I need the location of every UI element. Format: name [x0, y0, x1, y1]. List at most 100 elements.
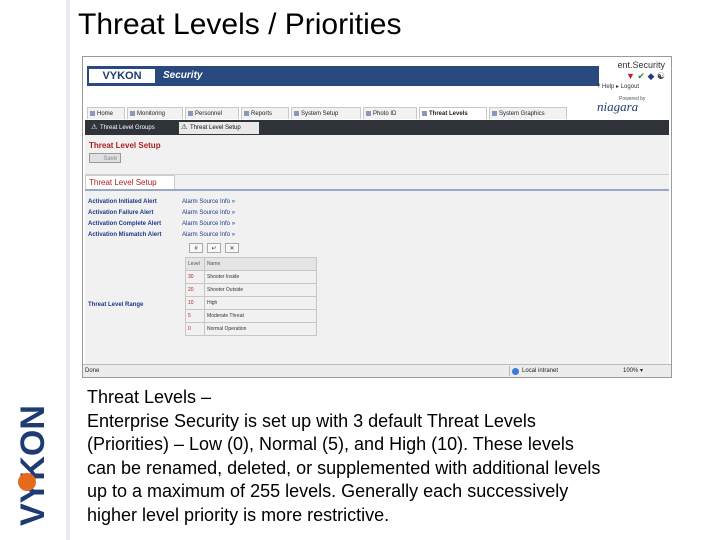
name-cell: Shooter Inside: [204, 270, 317, 284]
product-name: ent.Security: [617, 60, 665, 70]
warning-icon: [422, 111, 427, 116]
save-label: Save: [103, 156, 117, 162]
slide-title: Threat Levels / Priorities: [78, 8, 402, 41]
user-icon[interactable]: ☯: [657, 71, 665, 81]
nav-tab-label: Monitoring: [137, 111, 166, 117]
gear-icon: [294, 111, 299, 116]
level-cell: 5: [185, 309, 205, 323]
alert-row-initiated: Activation Initiated Alert Alarm Source I…: [88, 197, 235, 207]
nav-tab-label: Threat Levels: [429, 111, 468, 117]
body-line: Enterprise Security is set up with 3 def…: [87, 410, 536, 431]
alert-row-mismatch: Activation Mismatch Alert Alarm Source In…: [88, 230, 235, 240]
sub-tab-label: Threat Level Groups: [100, 125, 155, 131]
body-line: can be renamed, deleted, or supplemented…: [87, 457, 601, 478]
security-zone: Local intranet: [509, 366, 558, 376]
edit-row-button[interactable]: ↵: [207, 243, 221, 253]
nav-tab-label: Reports: [251, 111, 273, 117]
column-header-level[interactable]: Level: [185, 257, 205, 271]
nav-tab-photo-id[interactable]: Photo ID: [363, 107, 417, 119]
alarm-icon[interactable]: ▼: [626, 71, 635, 81]
nav-tab-label: Photo ID: [373, 111, 397, 117]
save-button[interactable]: Save: [89, 153, 121, 163]
alarm-source-link[interactable]: Alarm Source Info »: [182, 210, 235, 216]
level-cell: 30: [185, 270, 205, 284]
table-row[interactable]: 30 Shooter Inside: [185, 270, 317, 284]
home-icon: [90, 111, 95, 116]
alarm-source-link[interactable]: Alarm Source Info »: [182, 221, 235, 227]
alert-label: Activation Mismatch Alert: [88, 232, 162, 238]
range-label: Threat Level Range: [88, 302, 144, 308]
logout-icon: ▸: [616, 84, 620, 90]
sub-tab-threat-level-setup[interactable]: ⚠ Threat Level Setup: [179, 122, 259, 134]
warning-icon: ⚠: [181, 124, 188, 131]
person-icon: [188, 111, 193, 116]
logo-orb: [18, 473, 36, 491]
zoom-control[interactable]: 100% ▾: [623, 366, 643, 376]
graphics-icon: [492, 111, 497, 116]
photo-icon: [366, 111, 371, 116]
brand-title: Security: [163, 70, 203, 81]
vykon-side-logo: VYKON: [14, 405, 52, 526]
body-line: (Priorities) – Low (0), Normal (5), and …: [87, 434, 574, 454]
report-icon: [244, 111, 249, 116]
table-row[interactable]: 10 High: [185, 296, 317, 310]
monitor-icon: [130, 111, 135, 116]
table-row[interactable]: 20 Shooter Outside: [185, 283, 317, 297]
table-row[interactable]: 0 Normal Operation: [185, 322, 317, 336]
nav-tab-personnel[interactable]: Personnel: [185, 107, 239, 119]
threat-level-table: Level Name 30 Shooter Inside 20 Shooter Ou…: [185, 257, 317, 336]
nav-tab-system-setup[interactable]: System Setup: [291, 107, 361, 119]
alarm-source-link[interactable]: Alarm Source Info »: [182, 232, 235, 238]
nav-tab-monitoring[interactable]: Monitoring: [127, 107, 183, 119]
help-row: ? Help ▸ Logout: [597, 83, 639, 90]
alarm-source-link[interactable]: Alarm Source Info »: [182, 199, 235, 205]
level-cell: 20: [185, 283, 205, 297]
nav-tab-label: System Setup: [301, 111, 339, 117]
add-row-button[interactable]: #: [189, 243, 203, 253]
zoom-value: 100%: [623, 368, 639, 374]
nav-tab-reports[interactable]: Reports: [241, 107, 289, 119]
level-cell: 10: [185, 296, 205, 310]
delete-row-button[interactable]: ✕: [225, 243, 239, 253]
logout-link[interactable]: Logout: [621, 84, 639, 90]
slide-body: Threat Levels – Enterprise Security is s…: [87, 386, 707, 527]
setup-content: Threat Level Setup Save Threat Level Set…: [85, 135, 669, 364]
name-cell: Moderate Threat: [204, 309, 317, 323]
sub-nav: ⚠ Threat Level Groups ⚠ Threat Level Setup: [85, 120, 669, 135]
niagara-logo: Powered by niagara: [597, 96, 667, 121]
nav-tab-label: Personnel: [195, 111, 223, 117]
alert-label: Activation Failure Alert: [88, 210, 154, 216]
app-header: VYKON Security ent.Security: [83, 57, 671, 95]
section-line: [85, 189, 669, 191]
name-cell: High: [204, 296, 317, 310]
warning-icon: ⚠: [91, 124, 98, 131]
side-logo-text: VYKON: [14, 405, 52, 526]
zone-label: Local intranet: [522, 368, 559, 374]
vykon-logo: VYKON: [89, 69, 155, 83]
column-header-name[interactable]: Name: [204, 257, 317, 271]
name-cell: Shooter Outside: [204, 283, 317, 297]
alert-row-failure: Activation Failure Alert Alarm Source Inf…: [88, 208, 235, 218]
table-row[interactable]: 5 Moderate Threat: [185, 309, 317, 323]
status-text: Done: [85, 368, 100, 374]
shield-icon[interactable]: ◆: [647, 71, 654, 81]
alert-label: Activation Initiated Alert: [88, 199, 157, 205]
sub-tab-label: Threat Level Setup: [190, 125, 241, 131]
body-line: up to a maximum of 255 levels. Generally…: [87, 481, 569, 501]
nav-tab-label: System Graphics: [499, 111, 545, 117]
check-icon[interactable]: ✔: [637, 71, 645, 81]
page-heading: Threat Level Setup: [89, 141, 161, 150]
alert-label: Activation Complete Alert: [88, 221, 162, 227]
nav-tab-system-graphics[interactable]: System Graphics: [489, 107, 567, 119]
body-line: Threat Levels –: [87, 387, 212, 407]
sub-tab-threat-level-groups[interactable]: ⚠ Threat Level Groups: [89, 122, 177, 134]
brand-bar: VYKON Security: [87, 66, 599, 86]
globe-icon: [512, 368, 519, 375]
section-tab[interactable]: Threat Level Setup: [85, 175, 175, 189]
nav-tab-threat-levels[interactable]: Threat Levels: [419, 107, 487, 119]
nav-tab-home[interactable]: Home: [87, 107, 125, 119]
name-cell: Normal Operation: [204, 322, 317, 336]
help-link[interactable]: Help: [602, 84, 614, 90]
browser-status-bar: Done Local intranet 100% ▾: [83, 364, 671, 377]
body-line: higher level priority is more restrictiv…: [87, 504, 390, 525]
